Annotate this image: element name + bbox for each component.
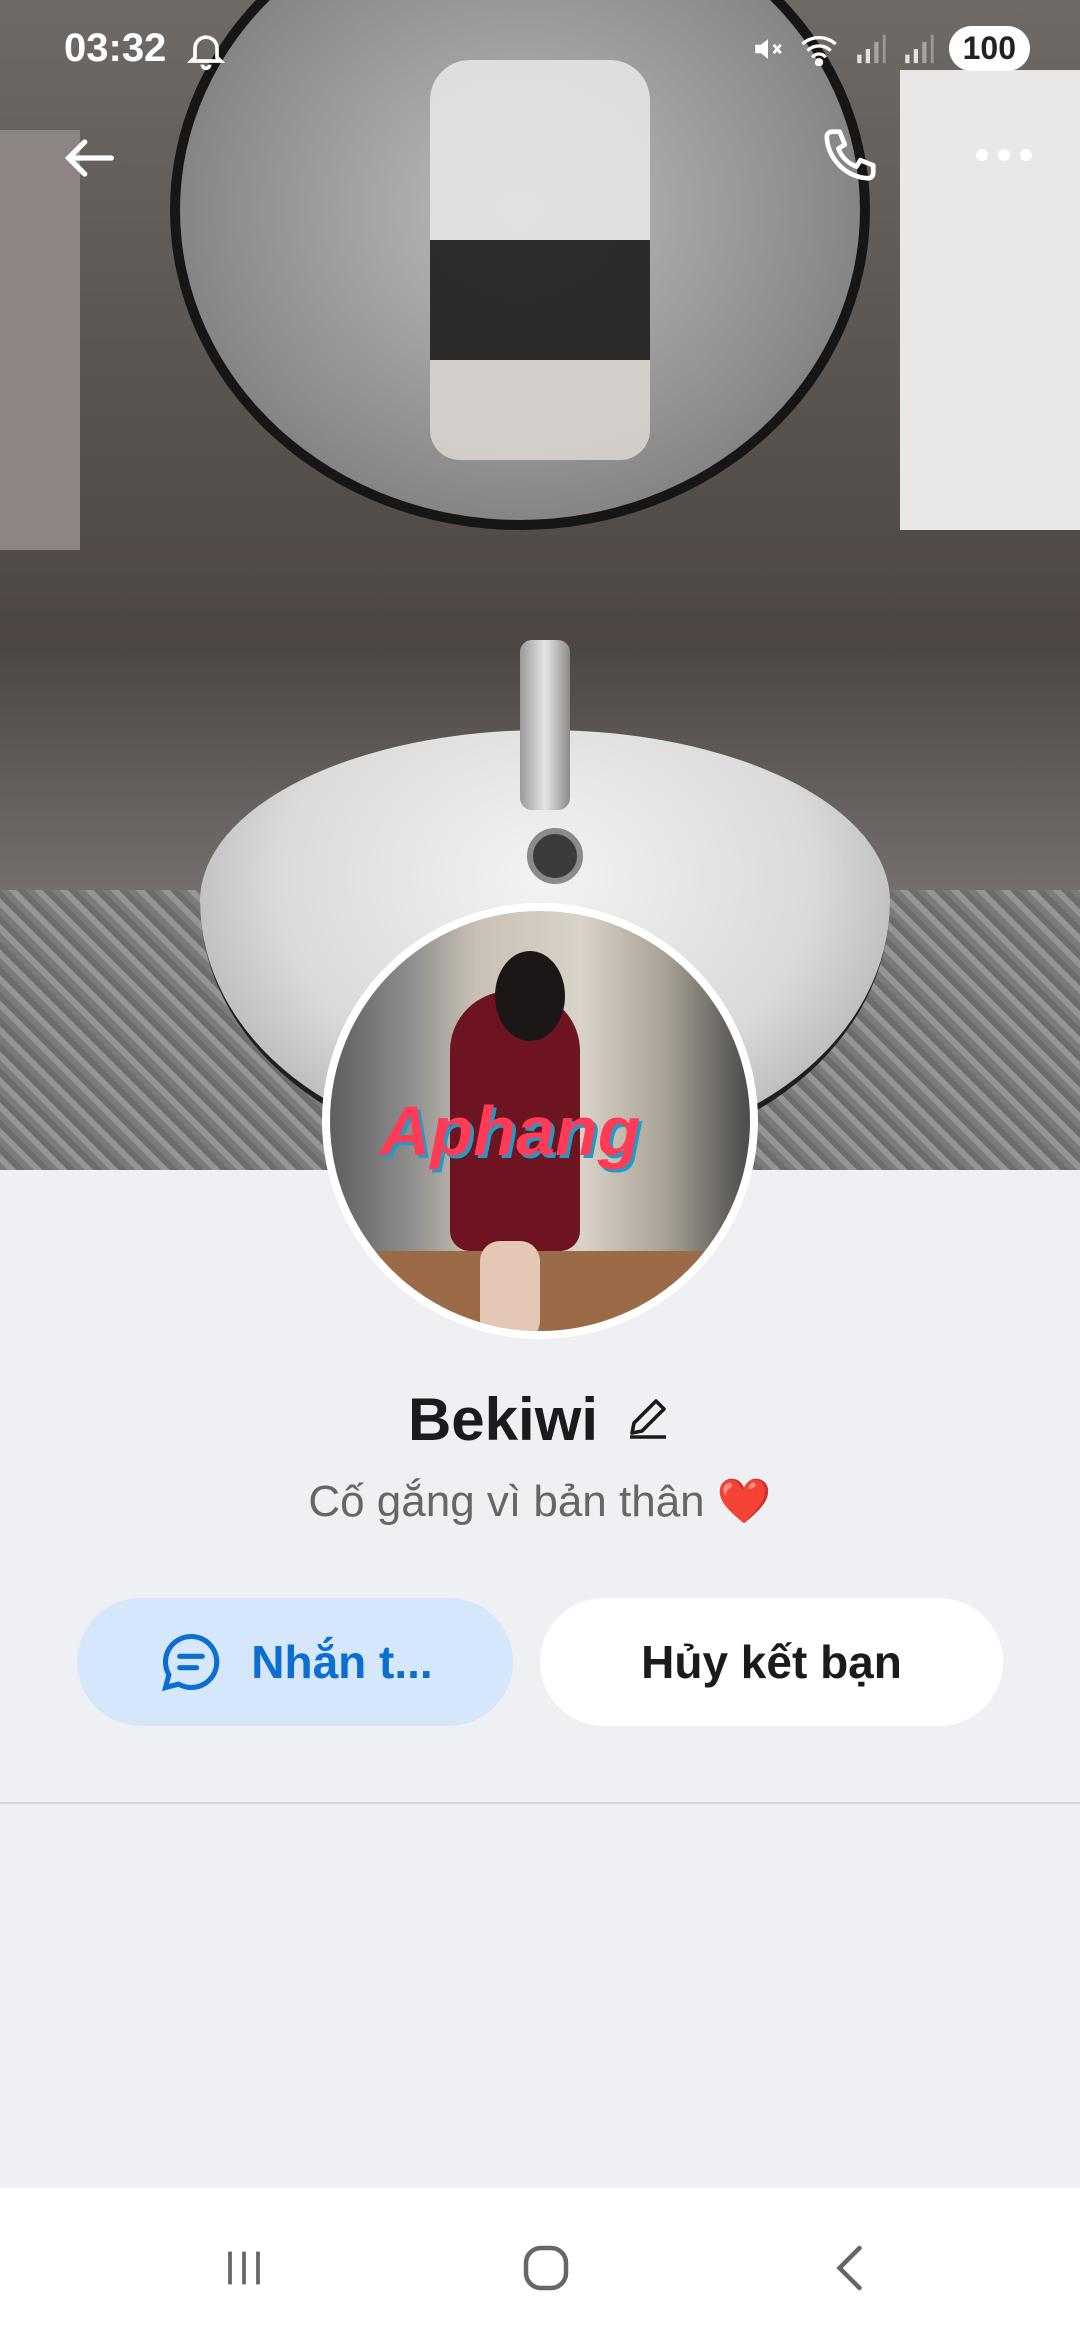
avatar-floor xyxy=(330,1251,750,1331)
signal-icon xyxy=(904,34,934,63)
drain xyxy=(527,828,583,884)
status-bar: 03:32 100 xyxy=(0,0,1080,110)
alarm-icon xyxy=(186,35,226,71)
more-options-button[interactable] xyxy=(964,115,1044,195)
section-divider xyxy=(0,1802,1080,1804)
more-icon xyxy=(976,149,1032,161)
heart-emoji: ❤️ xyxy=(716,1477,772,1526)
mirror-reflection xyxy=(430,60,650,460)
wifi-icon xyxy=(800,35,837,66)
message-button-label: Nhắn t... xyxy=(251,1636,433,1688)
chat-bubble-icon xyxy=(162,1633,220,1692)
back-arrow-icon xyxy=(64,139,114,177)
call-button[interactable] xyxy=(810,115,890,195)
back-button[interactable] xyxy=(50,118,130,198)
status-time: 03:32 xyxy=(64,26,167,70)
faucet xyxy=(520,640,570,810)
recent-apps-icon xyxy=(228,2251,260,2285)
profile-status: Cố gắng vì bản thân ❤️ xyxy=(0,1475,1080,1527)
profile-status-text: Cố gắng vì bản thân xyxy=(308,1477,705,1526)
unfriend-button[interactable]: Hủy kết bạn xyxy=(540,1598,1003,1726)
edit-name-button[interactable] xyxy=(624,1393,672,1446)
home-button[interactable] xyxy=(506,2228,586,2308)
recent-apps-button[interactable] xyxy=(204,2228,284,2308)
pencil-icon xyxy=(630,1399,667,1439)
avatar-hair xyxy=(495,951,565,1041)
profile-name: Bekiwi xyxy=(407,1386,599,1453)
avatar-legs xyxy=(480,1241,540,1331)
battery-indicator: 100 xyxy=(948,26,1030,71)
avatar-watermark: Aphang xyxy=(380,1092,641,1170)
signal-icon xyxy=(856,34,886,63)
unfriend-button-label: Hủy kết bạn xyxy=(641,1636,902,1688)
chevron-left-icon xyxy=(836,2245,862,2291)
profile-name-row: Bekiwi xyxy=(0,1385,1080,1454)
system-nav-bar xyxy=(0,2188,1080,2340)
system-back-button[interactable] xyxy=(812,2228,892,2308)
avatar-photo: Aphang xyxy=(330,911,750,1331)
phone-icon xyxy=(824,129,876,181)
avatar[interactable]: Aphang xyxy=(322,903,758,1339)
mute-icon xyxy=(754,38,782,59)
home-icon xyxy=(523,2245,569,2291)
message-button[interactable]: Nhắn t... xyxy=(77,1598,513,1726)
